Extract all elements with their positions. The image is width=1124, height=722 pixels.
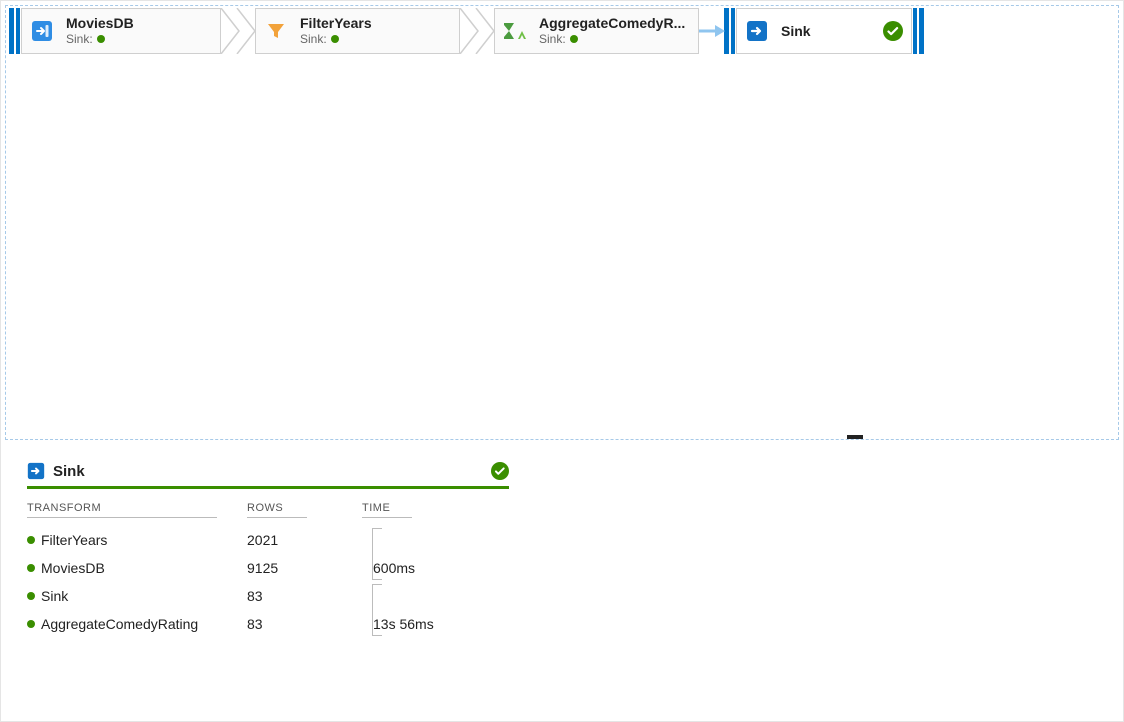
dataflow-canvas[interactable]: MoviesDB Sink: bbox=[5, 5, 1119, 440]
app-frame: MoviesDB Sink: bbox=[0, 0, 1124, 722]
col-header-rows: ROWS bbox=[247, 499, 307, 518]
node-subline: Sink: bbox=[66, 32, 134, 46]
panel-header: Sink bbox=[27, 462, 509, 489]
panel-card: Sink TRANSFORM ROWS TIME FilterYea bbox=[27, 462, 509, 638]
panel-resize-grip-icon[interactable] bbox=[847, 435, 863, 439]
table-row[interactable]: AggregateComedyRating 83 13s 56ms bbox=[27, 610, 509, 638]
node-title: AggregateComedyR... bbox=[539, 15, 685, 32]
table-header: TRANSFORM ROWS TIME bbox=[27, 499, 509, 518]
cell-transform: AggregateComedyRating bbox=[41, 616, 198, 632]
sink-label: Sink: bbox=[66, 32, 93, 46]
node-title: MoviesDB bbox=[66, 15, 134, 32]
status-dot-icon bbox=[570, 35, 578, 43]
node-text: AggregateComedyR... Sink: bbox=[539, 15, 685, 46]
source-icon bbox=[28, 17, 56, 45]
node-title: Sink bbox=[781, 23, 811, 39]
connector-chevron-icon bbox=[458, 8, 496, 54]
node-text: MoviesDB Sink: bbox=[66, 15, 134, 46]
node-text: FilterYears Sink: bbox=[300, 15, 372, 46]
col-header-time: TIME bbox=[362, 499, 412, 518]
cell-transform: MoviesDB bbox=[41, 560, 105, 576]
node-sink[interactable]: Sink bbox=[736, 8, 912, 54]
status-dot-icon bbox=[27, 536, 35, 544]
table-row[interactable]: Sink 83 bbox=[27, 582, 509, 610]
connector-arrow-icon bbox=[697, 8, 725, 54]
cell-time: 600ms bbox=[357, 560, 497, 576]
sink-icon bbox=[27, 462, 45, 480]
filter-icon bbox=[262, 17, 290, 45]
node-title: FilterYears bbox=[300, 15, 372, 32]
success-check-icon bbox=[883, 21, 903, 41]
aggregate-icon bbox=[501, 17, 529, 45]
details-panel: Sink TRANSFORM ROWS TIME FilterYea bbox=[1, 440, 1123, 638]
table-body: FilterYears 2021 MoviesDB 9125 600ms Sin… bbox=[27, 526, 509, 638]
node-aggregatecomedyrating[interactable]: AggregateComedyR... Sink: bbox=[494, 8, 699, 54]
node-subline: Sink: bbox=[539, 32, 685, 46]
sink-label: Sink: bbox=[300, 32, 327, 46]
sink-icon bbox=[743, 17, 771, 45]
drag-handle[interactable] bbox=[913, 8, 917, 54]
table-row[interactable]: MoviesDB 9125 600ms bbox=[27, 554, 509, 582]
cell-rows: 83 bbox=[247, 588, 357, 604]
node-filteryears[interactable]: FilterYears Sink: bbox=[255, 8, 460, 54]
cell-time: 13s 56ms bbox=[357, 616, 497, 632]
status-dot-icon bbox=[27, 564, 35, 572]
status-dot-icon bbox=[331, 35, 339, 43]
cell-rows: 9125 bbox=[247, 560, 357, 576]
status-dot-icon bbox=[97, 35, 105, 43]
panel-title: Sink bbox=[53, 463, 85, 480]
node-moviesdb[interactable]: MoviesDB Sink: bbox=[21, 8, 221, 54]
success-check-icon bbox=[491, 462, 509, 480]
node-subline: Sink: bbox=[300, 32, 372, 46]
drag-handle[interactable] bbox=[16, 8, 20, 54]
node-wrap-source: MoviesDB Sink: bbox=[8, 8, 221, 54]
cell-rows: 83 bbox=[247, 616, 357, 632]
cell-rows: 2021 bbox=[247, 532, 357, 548]
drag-handle[interactable] bbox=[919, 8, 924, 54]
drag-handle[interactable] bbox=[9, 8, 14, 54]
status-dot-icon bbox=[27, 620, 35, 628]
table-row[interactable]: FilterYears 2021 bbox=[27, 526, 509, 554]
cell-transform: FilterYears bbox=[41, 532, 107, 548]
sink-label: Sink: bbox=[539, 32, 566, 46]
flow-row: MoviesDB Sink: bbox=[6, 6, 1118, 58]
status-dot-icon bbox=[27, 592, 35, 600]
cell-transform: Sink bbox=[41, 588, 68, 604]
node-wrap-sink: Sink bbox=[723, 8, 925, 54]
connector-chevron-icon bbox=[219, 8, 257, 54]
col-header-transform: TRANSFORM bbox=[27, 499, 217, 518]
drag-handle[interactable] bbox=[731, 8, 735, 54]
